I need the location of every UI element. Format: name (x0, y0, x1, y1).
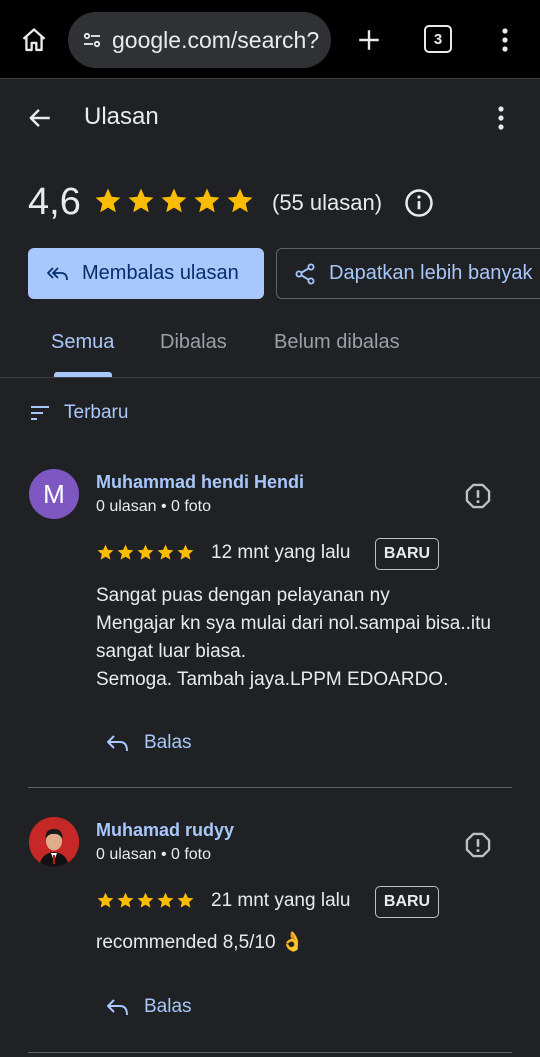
review-time: 12 mnt yang lalu (211, 542, 351, 563)
reply-reviews-label: Membalas ulasan (82, 262, 239, 284)
star-icon (128, 188, 154, 213)
more-vert-icon (498, 106, 504, 130)
tabs-divider (0, 377, 540, 378)
sort-icon (31, 406, 49, 420)
browser-menu-button[interactable] (490, 20, 520, 60)
new-tab-button[interactable] (350, 20, 388, 60)
review-text: Sangat puas dengan pelayanan ny Mengajar… (96, 585, 491, 690)
reply-all-icon (47, 266, 68, 280)
review-text: recommended 8,5/10 👌 (96, 932, 305, 953)
report-icon (465, 832, 491, 858)
new-badge: BARU (375, 538, 439, 570)
avatar-initial: M (43, 478, 65, 509)
reply-button[interactable]: Balas (106, 996, 192, 1018)
star-icon (194, 188, 220, 213)
star-icon (117, 544, 134, 560)
home-icon (22, 28, 46, 52)
report-icon (465, 483, 491, 509)
review-time: 21 mnt yang lalu (211, 890, 351, 911)
star-icon (95, 188, 121, 213)
review-divider (28, 1052, 512, 1053)
back-button[interactable] (20, 98, 60, 138)
star-icon (177, 544, 194, 560)
star-icon (137, 892, 154, 908)
tab-switcher-button[interactable]: 3 (424, 25, 452, 53)
tab-all[interactable]: Semua (51, 331, 114, 354)
new-badge: BARU (375, 886, 439, 918)
report-button[interactable] (462, 480, 494, 512)
tab-unreplied[interactable]: Belum dibalas (274, 331, 400, 354)
page-menu-button[interactable] (486, 98, 516, 138)
arrow-back-icon (29, 109, 50, 127)
review-stars (96, 543, 195, 562)
profile-photo-icon (29, 817, 79, 867)
reply-label: Balas (144, 996, 192, 1017)
review-count: (55 ulasan) (272, 190, 383, 215)
avatar[interactable] (29, 817, 79, 867)
reviewer-name[interactable]: Muhammad hendi Hendi (96, 472, 304, 493)
star-icon (157, 544, 174, 560)
star-icon (227, 188, 253, 213)
sort-button[interactable]: Terbaru (30, 402, 128, 424)
browser-toolbar: google.com/search? 3 (0, 0, 540, 79)
share-icon (295, 263, 315, 284)
reply-button[interactable]: Balas (106, 732, 192, 754)
review-stars (96, 891, 195, 910)
star-icon (177, 892, 194, 908)
home-button[interactable] (14, 20, 54, 60)
reviewer-meta: 0 ulasan • 0 foto (96, 846, 212, 863)
url-text: google.com/search? (112, 26, 320, 53)
reply-icon (107, 999, 128, 1016)
star-icon (97, 544, 114, 560)
sort-label: Terbaru (64, 402, 129, 423)
report-button[interactable] (462, 829, 494, 861)
more-vert-icon (502, 28, 508, 52)
reply-label: Balas (144, 732, 192, 753)
reply-icon (107, 735, 128, 752)
star-icon (117, 892, 134, 908)
plus-icon (359, 30, 379, 50)
star-icon (161, 188, 187, 213)
star-icon (97, 892, 114, 908)
site-settings-icon[interactable] (80, 28, 104, 52)
star-icon (157, 892, 174, 908)
get-more-reviews-label: Dapatkan lebih banyak (329, 262, 533, 284)
get-more-reviews-button[interactable]: Dapatkan lebih banyak (276, 248, 540, 299)
reply-reviews-button[interactable]: Membalas ulasan (28, 248, 264, 299)
reviewer-meta: 0 ulasan • 0 foto (96, 498, 212, 515)
info-button[interactable] (403, 187, 435, 219)
review-divider (28, 787, 512, 788)
tab-replied[interactable]: Dibalas (160, 331, 227, 354)
reviewer-name[interactable]: Muhamad rudyy (96, 820, 234, 841)
address-bar[interactable]: google.com/search? (68, 12, 331, 68)
rating-stars (93, 186, 255, 216)
avatar[interactable]: M (29, 469, 79, 519)
star-icon (137, 544, 154, 560)
info-icon (405, 189, 433, 217)
page-title: Ulasan (84, 103, 159, 130)
rating-value: 4,6 (28, 181, 81, 223)
